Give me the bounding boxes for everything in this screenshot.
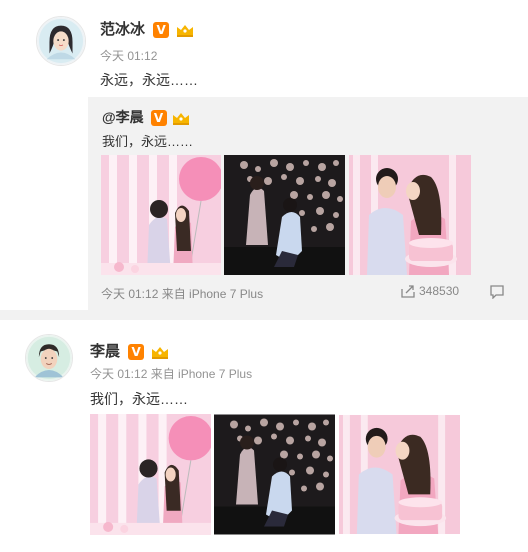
- post-text: 我们，永远……: [90, 391, 188, 407]
- post-timestamp[interactable]: 今天 01:12: [100, 47, 157, 64]
- post-timestamp-source[interactable]: 今天 01:12 来自 iPhone 7 Plus: [90, 365, 252, 382]
- share-icon: [401, 284, 415, 298]
- vip-crown-icon: [150, 344, 170, 360]
- vip-crown-icon: [171, 110, 191, 126]
- repost-author[interactable]: @李晨 V: [102, 107, 191, 127]
- photo-thumbnail-1[interactable]: [101, 155, 221, 275]
- repost-author-text[interactable]: @李晨: [102, 109, 144, 125]
- author-name-text[interactable]: 范冰冰: [100, 21, 145, 38]
- verified-badge-icon: V: [150, 110, 167, 127]
- verified-badge-icon: V: [153, 22, 170, 39]
- post-text: 永远，永远……: [100, 72, 198, 88]
- weibo-post-fanbingbing: 范冰冰 V 今天 01:12 永远，永远…… @李晨 V 我们，永远…… 今天 …: [0, 0, 528, 318]
- verified-badge-icon: V: [128, 344, 145, 361]
- weibo-post-lichen: 李晨 V 今天 01:12 来自 iPhone 7 Plus 我们，永远……: [0, 318, 528, 552]
- repost-text: 我们，永远……: [102, 134, 194, 149]
- photo-thumbnail-1[interactable]: [90, 414, 211, 535]
- vip-crown-icon: [175, 22, 195, 38]
- photo-thumbnail-3[interactable]: [349, 155, 471, 275]
- repost-source: 今天 01:12 来自 iPhone 7 Plus: [101, 287, 264, 301]
- photo-thumbnail-3[interactable]: [339, 414, 460, 535]
- comment-icon[interactable]: [490, 285, 504, 299]
- repost-block[interactable]: @李晨 V 我们，永远…… 今天 01:12 来自 iPhone 7 Plus …: [88, 97, 528, 310]
- share-button[interactable]: 348530: [401, 284, 459, 298]
- avatar-lichen[interactable]: [25, 334, 73, 382]
- author-name[interactable]: 范冰冰 V: [100, 18, 195, 39]
- author-name-text[interactable]: 李晨: [90, 343, 120, 360]
- share-count: 348530: [419, 284, 460, 298]
- photo-thumbnail-2[interactable]: [214, 414, 335, 535]
- photo-thumbnail-2[interactable]: [224, 155, 345, 275]
- avatar-fanbingbing[interactable]: [36, 16, 86, 66]
- author-name[interactable]: 李晨 V: [90, 340, 170, 361]
